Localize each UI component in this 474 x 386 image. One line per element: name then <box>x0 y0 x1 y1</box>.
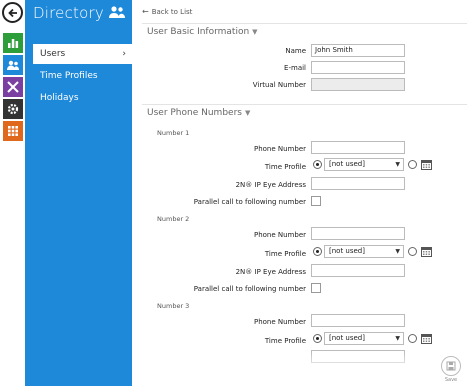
ip-eye-label: 2N® IP Eye Address <box>235 181 306 189</box>
main-content: ← Back to List User Basic Information ▼ Na… <box>132 0 474 386</box>
time-profile-select[interactable]: [not used] ▼ <box>324 245 404 258</box>
calendar-icon[interactable] <box>421 333 432 344</box>
arrow-left-icon: ← <box>142 7 149 16</box>
save-icon <box>446 361 456 371</box>
sidebar-item-time-profiles[interactable]: Time Profiles <box>33 66 132 86</box>
time-profile-select[interactable]: [not used] ▼ <box>324 158 404 171</box>
calendar-icon[interactable] <box>421 246 432 257</box>
save-label: Save <box>444 377 458 383</box>
back-to-list-link[interactable]: ← Back to List <box>142 7 192 16</box>
ip-eye-2-field[interactable] <box>311 264 405 277</box>
sidebar-item-label: Time Profiles <box>40 71 98 81</box>
phone-number-1-field[interactable] <box>311 141 405 154</box>
time-profile-custom-radio[interactable] <box>408 334 417 343</box>
phone-number-label: Phone Number <box>253 318 306 326</box>
time-profile-label: Time Profile <box>264 337 306 345</box>
email-field[interactable] <box>311 61 405 74</box>
directory-sidebar: Directory Users › Time Profiles Holidays <box>25 0 132 386</box>
scroll-fade <box>132 352 474 386</box>
sidebar-item-holidays[interactable]: Holidays <box>33 88 132 108</box>
services-gear-icon[interactable] <box>3 99 23 119</box>
icon-rail <box>0 0 25 386</box>
time-profile-radio[interactable] <box>313 247 322 256</box>
directory-users-icon[interactable] <box>3 55 23 75</box>
name-field[interactable]: John Smith <box>311 44 405 57</box>
back-arrow-icon[interactable] <box>2 2 23 23</box>
time-profile-custom-radio[interactable] <box>408 160 417 169</box>
phone-number-label: Phone Number <box>253 231 306 239</box>
calendar-icon[interactable] <box>421 159 432 170</box>
phone-number-2-field[interactable] <box>311 227 405 240</box>
sidebar-item-label: Holidays <box>40 93 79 103</box>
parallel-call-label: Parallel call to following number <box>193 285 306 293</box>
users-icon <box>109 6 125 18</box>
parallel-call-2-checkbox[interactable] <box>311 283 321 293</box>
number-2-label: Number 2 <box>157 215 190 223</box>
basic-info-header[interactable]: User Basic Information ▼ <box>147 27 258 37</box>
parallel-call-label: Parallel call to following number <box>193 198 306 206</box>
chevron-down-icon: ▼ <box>395 248 400 255</box>
number-3-label: Number 3 <box>157 302 190 310</box>
parallel-call-1-checkbox[interactable] <box>311 196 321 206</box>
hardware-tools-icon[interactable] <box>3 77 23 97</box>
system-grid-icon[interactable] <box>3 121 23 141</box>
phone-number-label: Phone Number <box>253 145 306 153</box>
phone-numbers-header[interactable]: User Phone Numbers ▼ <box>147 108 250 118</box>
time-profile-radio[interactable] <box>313 334 322 343</box>
sidebar-item-label: Users <box>40 49 66 59</box>
sidebar-item-users[interactable]: Users › <box>33 44 132 64</box>
chevron-down-icon: ▼ <box>395 335 400 342</box>
phone-numbers-section <box>142 104 467 106</box>
caret-down-icon: ▼ <box>244 109 251 117</box>
time-profile-custom-radio[interactable] <box>408 247 417 256</box>
phone-number-3-field[interactable] <box>311 314 405 327</box>
time-profile-select[interactable]: [not used] ▼ <box>324 332 404 345</box>
caret-down-icon: ▼ <box>252 28 258 36</box>
ip-eye-1-field[interactable] <box>311 177 405 190</box>
chevron-down-icon: ▼ <box>395 161 400 168</box>
number-1-label: Number 1 <box>157 129 190 137</box>
time-profile-label: Time Profile <box>264 250 306 258</box>
status-chart-icon[interactable] <box>3 33 23 53</box>
virtual-number-label: Virtual Number <box>252 81 306 89</box>
time-profile-label: Time Profile <box>264 163 306 171</box>
chevron-right-icon: › <box>122 49 126 59</box>
ip-eye-label: 2N® IP Eye Address <box>235 268 306 276</box>
sidebar-title: Directory <box>33 4 104 22</box>
email-label: E-mail <box>284 64 306 72</box>
time-profile-radio[interactable] <box>313 160 322 169</box>
virtual-number-field[interactable] <box>311 78 405 91</box>
save-button[interactable] <box>441 356 461 376</box>
name-label: Name <box>285 47 306 55</box>
